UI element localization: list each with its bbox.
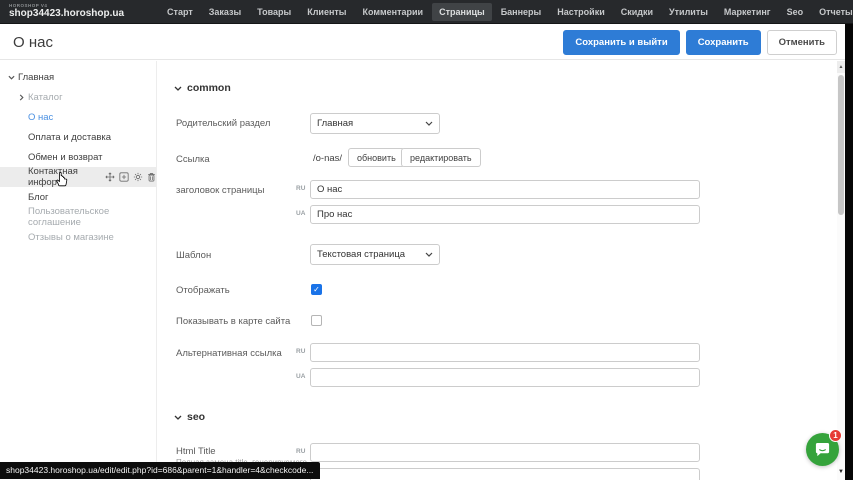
page-title-ua-input[interactable] — [310, 205, 700, 224]
link-refresh-button[interactable]: обновить — [348, 148, 405, 167]
template-value: Текстовая страница — [317, 249, 405, 260]
nav-pages[interactable]: Страницы — [432, 3, 492, 21]
chevron-right-icon[interactable] — [17, 94, 25, 101]
vertical-scrollbar[interactable]: ▲ ▼ — [837, 61, 845, 480]
alt-link-ua-input[interactable] — [310, 368, 700, 387]
tree-item-label: Главная — [18, 72, 54, 83]
nav-reports[interactable]: Отчеты — [812, 3, 853, 21]
nav-clients[interactable]: Клиенты — [300, 3, 353, 21]
section-seo-header[interactable]: seo — [174, 411, 205, 423]
save-and-exit-button[interactable]: Сохранить и выйти — [563, 30, 679, 55]
tree-item-label: Оплата и доставка — [28, 132, 111, 143]
nav-seo[interactable]: Seo — [780, 3, 811, 21]
sitemap-label: Показывать в карте сайта — [176, 316, 290, 327]
save-button[interactable]: Сохранить — [686, 30, 761, 55]
cancel-button[interactable]: Отменить — [767, 30, 837, 55]
tree-item-payment-delivery[interactable]: Оплата и доставка — [0, 127, 156, 147]
nav-marketing[interactable]: Маркетинг — [717, 3, 778, 21]
chevron-down-icon — [174, 86, 182, 91]
html-title-label: Html Title — [176, 446, 216, 457]
chevron-down-icon — [425, 249, 433, 260]
tree-item-blog[interactable]: Блог — [0, 187, 156, 207]
header-buttons: Сохранить и выйти Сохранить Отменить — [563, 30, 837, 55]
page-header: О нас Сохранить и выйти Сохранить Отмени… — [0, 25, 845, 60]
lang-ru-badge: RU — [296, 348, 305, 355]
logo-shop-domain: shop34423.horoshop.ua — [9, 9, 124, 19]
lang-ru-badge: RU — [296, 185, 305, 192]
display-label: Отображать — [176, 285, 230, 296]
chevron-down-icon — [174, 415, 182, 420]
right-black-strip — [845, 24, 853, 480]
settings-gear-icon[interactable] — [133, 172, 143, 182]
drag-move-icon[interactable] — [105, 172, 115, 182]
lang-ua-badge: UA — [296, 373, 305, 380]
link-value: /o-nas/ — [313, 153, 342, 164]
html-title-ru-input[interactable] — [310, 443, 700, 462]
tree-item-user-agreement[interactable]: Пользовательское соглашение — [0, 207, 156, 227]
tree-item-actions — [105, 172, 156, 182]
tree-item-home[interactable]: Главная — [0, 67, 156, 87]
display-checkbox[interactable]: ✓ — [311, 284, 322, 295]
scrollbar-thumb[interactable] — [838, 75, 844, 215]
tree-item-exchange-return[interactable]: Обмен и возврат — [0, 147, 156, 167]
pages-tree-sidebar: Главная Каталог О нас Оплата и доставка … — [0, 61, 157, 480]
nav-settings[interactable]: Настройки — [550, 3, 611, 21]
nav-banners[interactable]: Баннеры — [494, 3, 549, 21]
nav-start[interactable]: Старт — [160, 3, 200, 21]
scroll-up-arrow[interactable]: ▲ — [837, 61, 845, 73]
section-seo-title: seo — [187, 411, 205, 423]
chevron-down-icon — [425, 118, 433, 129]
sitemap-checkbox[interactable] — [311, 315, 322, 326]
chat-bubble-icon — [814, 442, 831, 458]
nav-discounts[interactable]: Скидки — [614, 3, 660, 21]
tree-item-label: Обмен и возврат — [28, 152, 103, 163]
tree-item-catalog[interactable]: Каталог — [0, 87, 156, 107]
tree-item-label: О нас — [28, 112, 53, 123]
nav-products[interactable]: Товары — [250, 3, 298, 21]
tree-item-about-us[interactable]: О нас — [0, 107, 156, 127]
alt-link-ru-input[interactable] — [310, 343, 700, 362]
tree-item-label: Каталог — [28, 92, 63, 103]
parent-section-label: Родительский раздел — [176, 118, 270, 129]
nav-comments[interactable]: Комментарии — [355, 3, 430, 21]
lang-ua-badge: UA — [296, 210, 305, 217]
alt-link-label: Альтернативная ссылка — [176, 348, 282, 359]
tree-item-label: Контактная инфор — [28, 166, 100, 188]
section-common-header[interactable]: common — [174, 82, 231, 94]
html-title-ua-input[interactable] — [310, 468, 700, 480]
top-navigation: Старт Заказы Товары Клиенты Комментарии … — [160, 3, 853, 21]
link-label: Ссылка — [176, 154, 210, 165]
scroll-down-arrow[interactable]: ▼ — [837, 466, 845, 478]
tree-item-shop-reviews[interactable]: Отзывы о магазине — [0, 227, 156, 247]
status-url-tooltip: shop34423.horoshop.ua/edit/edit.php?id=6… — [0, 462, 320, 479]
nav-utilities[interactable]: Утилиты — [662, 3, 715, 21]
parent-section-value: Главная — [317, 118, 353, 129]
parent-section-select[interactable]: Главная — [310, 113, 440, 134]
app-window: HOROSHOP V4 shop34423.horoshop.ua Старт … — [0, 0, 853, 480]
page-title-label: заголовок страницы — [176, 185, 264, 196]
template-select[interactable]: Текстовая страница — [310, 244, 440, 265]
logo[interactable]: HOROSHOP V4 shop34423.horoshop.ua — [9, 4, 124, 20]
chevron-down-icon[interactable] — [7, 75, 15, 80]
lang-ru-badge: RU — [296, 448, 305, 455]
nav-orders[interactable]: Заказы — [202, 3, 248, 21]
chat-widget-button[interactable]: 1 — [806, 433, 839, 466]
template-label: Шаблон — [176, 250, 211, 261]
delete-trash-icon[interactable] — [147, 172, 156, 182]
tree-item-label: Пользовательское соглашение — [28, 206, 156, 228]
page-title-ru-input[interactable] — [310, 180, 700, 199]
add-page-icon[interactable] — [119, 172, 129, 182]
tree-item-contact-info[interactable]: Контактная инфор — [0, 167, 156, 187]
tree-item-label: Блог — [28, 192, 49, 203]
link-edit-button[interactable]: редактировать — [401, 148, 481, 167]
tree-item-label: Отзывы о магазине — [28, 232, 114, 243]
page-edit-form: common Родительский раздел Главная Ссылк… — [158, 61, 837, 480]
chat-unread-badge: 1 — [829, 429, 842, 442]
page-title: О нас — [13, 34, 53, 51]
topbar: HOROSHOP V4 shop34423.horoshop.ua Старт … — [0, 0, 853, 24]
section-common-title: common — [187, 82, 231, 94]
